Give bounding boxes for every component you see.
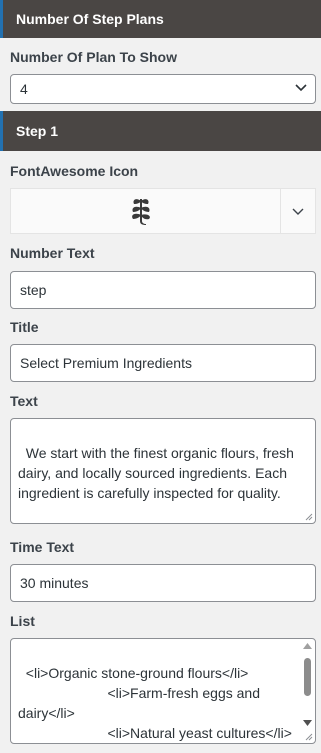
- text-value: We start with the finest organic flours,…: [18, 445, 298, 501]
- text-label: Text: [10, 393, 38, 409]
- plan-count-label: Number Of Plan To Show: [10, 49, 177, 65]
- scroll-thumb[interactable]: [304, 658, 311, 696]
- icon-label: FontAwesome Icon: [10, 163, 139, 179]
- chevron-down-icon: [295, 84, 307, 92]
- text-textarea[interactable]: We start with the finest organic flours,…: [10, 418, 316, 524]
- icon-picker-toggle[interactable]: [281, 189, 315, 233]
- chevron-down-icon: [292, 208, 304, 215]
- title-input[interactable]: Select Premium Ingredients: [10, 344, 316, 382]
- plan-count-value: 4: [20, 81, 28, 97]
- number-text-label: Number Text: [10, 245, 95, 261]
- scroll-down-arrow-icon[interactable]: [303, 720, 312, 726]
- list-textarea[interactable]: <li>Organic stone-ground flours</li> <li…: [10, 638, 316, 744]
- list-value: <li>Organic stone-ground flours</li> <li…: [18, 665, 292, 741]
- title-value: Select Premium Ingredients: [20, 355, 192, 371]
- time-text-input[interactable]: 30 minutes: [10, 564, 316, 602]
- list-scrollbar[interactable]: [300, 640, 314, 742]
- section-header-step-1[interactable]: Step 1: [0, 111, 321, 151]
- plan-count-select[interactable]: 4: [10, 74, 316, 104]
- list-label: List: [10, 613, 35, 629]
- leaf-icon: [132, 199, 150, 225]
- scroll-up-arrow-icon[interactable]: [303, 643, 312, 649]
- resize-handle-icon[interactable]: [305, 513, 313, 521]
- icon-picker[interactable]: [10, 188, 316, 234]
- time-text-value: 30 minutes: [20, 575, 89, 591]
- title-label: Title: [10, 319, 39, 335]
- time-text-label: Time Text: [10, 539, 75, 555]
- number-text-input[interactable]: step: [10, 271, 316, 309]
- section-header-step-plans[interactable]: Number Of Step Plans: [0, 0, 321, 38]
- section-title: Number Of Step Plans: [16, 11, 164, 27]
- icon-preview[interactable]: [11, 189, 271, 233]
- number-text-value: step: [20, 282, 47, 298]
- resize-handle-icon[interactable]: [305, 733, 313, 741]
- step-title: Step 1: [16, 123, 59, 139]
